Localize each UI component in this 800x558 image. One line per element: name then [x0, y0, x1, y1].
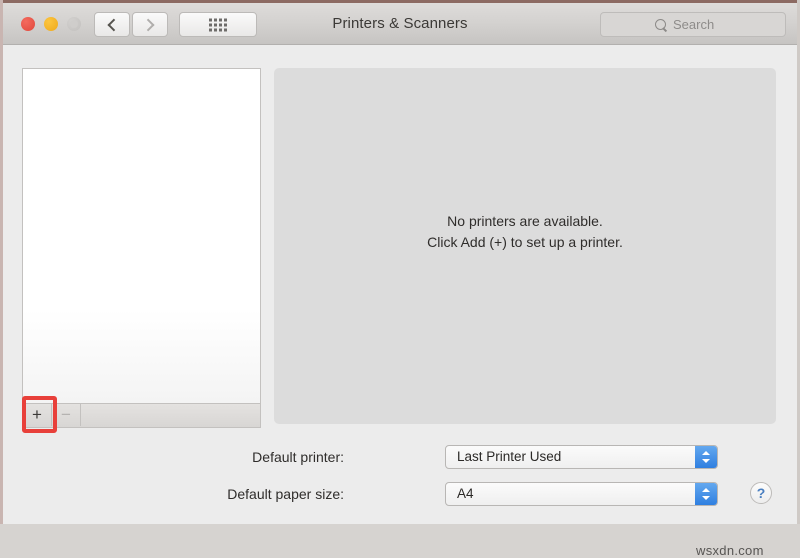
- default-printer-select[interactable]: Last Printer Used: [445, 445, 718, 469]
- default-paper-size-select[interactable]: A4: [445, 482, 718, 506]
- remove-printer-button: −: [52, 404, 81, 426]
- add-printer-button[interactable]: +: [23, 404, 52, 426]
- empty-state-line-1: No printers are available.: [447, 213, 603, 229]
- help-button[interactable]: ?: [750, 482, 772, 504]
- default-paper-size-label: Default paper size:: [227, 486, 344, 502]
- content-area: + − No printers are available. Click Add…: [3, 45, 797, 558]
- default-paper-size-value: A4: [457, 486, 474, 501]
- preferences-window: Printers & Scanners Search + − No printe…: [0, 0, 800, 558]
- default-printer-value: Last Printer Used: [457, 449, 562, 464]
- printer-detail-pane: No printers are available. Click Add (+)…: [274, 68, 776, 424]
- search-icon: [655, 19, 666, 30]
- default-printer-label: Default printer:: [252, 449, 344, 465]
- empty-state-message: No printers are available. Click Add (+)…: [274, 211, 776, 253]
- default-paper-size-row: Default paper size: A4: [3, 482, 797, 506]
- title-bar: Printers & Scanners Search: [3, 3, 797, 45]
- chevron-updown-icon[interactable]: [695, 446, 717, 468]
- default-printer-row: Default printer: Last Printer Used: [3, 445, 797, 469]
- printer-list[interactable]: [22, 68, 261, 404]
- watermark: wsxdn.com: [696, 543, 764, 558]
- empty-state-line-2: Click Add (+) to set up a printer.: [427, 234, 623, 250]
- search-placeholder: Search: [673, 17, 715, 32]
- search-input[interactable]: Search: [600, 12, 786, 37]
- printer-list-toolbar: + −: [22, 404, 261, 428]
- chevron-updown-icon[interactable]: [695, 483, 717, 505]
